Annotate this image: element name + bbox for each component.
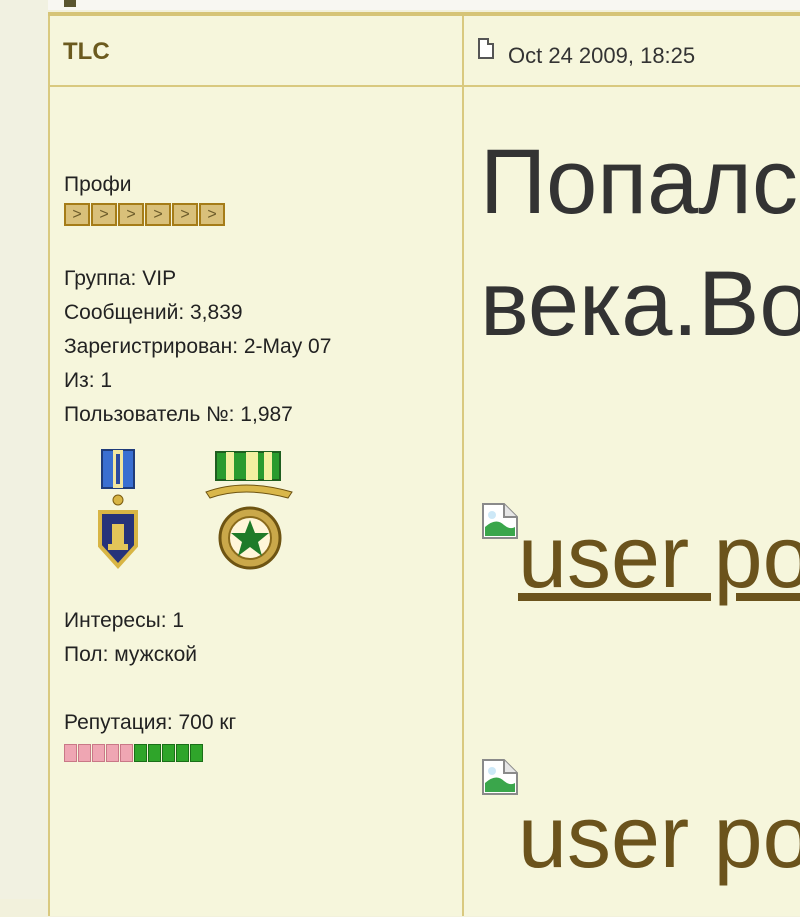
author-column: TLC Профи > > > > > > Группа: VIP Сообще…	[50, 16, 464, 916]
reputation-box-positive	[134, 744, 147, 762]
post-header: Oct 24 2009, 18:25	[464, 16, 800, 87]
image-alt-link[interactable]: user po	[518, 507, 800, 607]
reputation-box-positive	[190, 744, 203, 762]
top-edge-mark	[64, 0, 76, 7]
group-label: Группа: VIP	[64, 267, 177, 290]
posts-count: Сообщений: 3,839	[64, 301, 243, 324]
registered-date: Зарегистрирован: 2-May 07	[64, 335, 332, 358]
author-name[interactable]: TLC	[63, 38, 110, 66]
rank-pip: >	[118, 203, 144, 226]
medal-green-saber-icon[interactable]	[205, 451, 293, 570]
reputation-box-negative	[120, 744, 133, 762]
rank-pip: >	[91, 203, 117, 226]
medal-blue-shield-icon[interactable]	[98, 449, 138, 569]
author-header: TLC	[50, 16, 462, 87]
profile-stats: Группа: VIP Сообщений: 3,839 Зарегистрир…	[64, 262, 331, 432]
profile-extra: Интересы: 1 Пол: мужской	[64, 604, 197, 672]
rank-pip: >	[64, 203, 90, 226]
post-text: Попалс века.Во	[480, 121, 800, 365]
post-text-line: Попалс	[480, 131, 798, 233]
image-alt-text: user po	[518, 787, 800, 886]
rank-pip: >	[145, 203, 171, 226]
reputation-box-negative	[64, 744, 77, 762]
broken-image-icon[interactable]	[482, 503, 518, 539]
rank-title: Профи	[64, 173, 132, 196]
rank-pip: >	[172, 203, 198, 226]
left-gutter	[0, 0, 48, 899]
rank-pips: > > > > > >	[64, 203, 225, 226]
post-content: Попалс века.Во user po user po	[464, 87, 800, 917]
gender: Пол: мужской	[64, 643, 198, 666]
post-date: Oct 24 2009, 18:25	[508, 43, 696, 68]
medals	[98, 449, 293, 570]
reputation-box-positive	[148, 744, 161, 762]
reputation-label: Репутация: 700 кг	[64, 711, 237, 734]
broken-image-icon[interactable]	[482, 759, 518, 795]
forum-post: TLC Профи > > > > > > Группа: VIP Сообще…	[48, 16, 800, 916]
document-icon[interactable]	[478, 38, 494, 59]
interests: Интересы: 1	[64, 609, 185, 632]
reputation-box-negative	[78, 744, 91, 762]
reputation-box-positive	[162, 744, 175, 762]
top-strip	[48, 0, 800, 10]
reputation-bar	[64, 744, 203, 762]
user-number: Пользователь №: 1,987	[64, 403, 293, 426]
rank-pip: >	[199, 203, 225, 226]
reputation-box-positive	[176, 744, 189, 762]
location: Из: 1	[64, 369, 113, 392]
reputation-box-negative	[106, 744, 119, 762]
reputation-box-negative	[92, 744, 105, 762]
post-text-line: века.Во	[480, 253, 800, 355]
